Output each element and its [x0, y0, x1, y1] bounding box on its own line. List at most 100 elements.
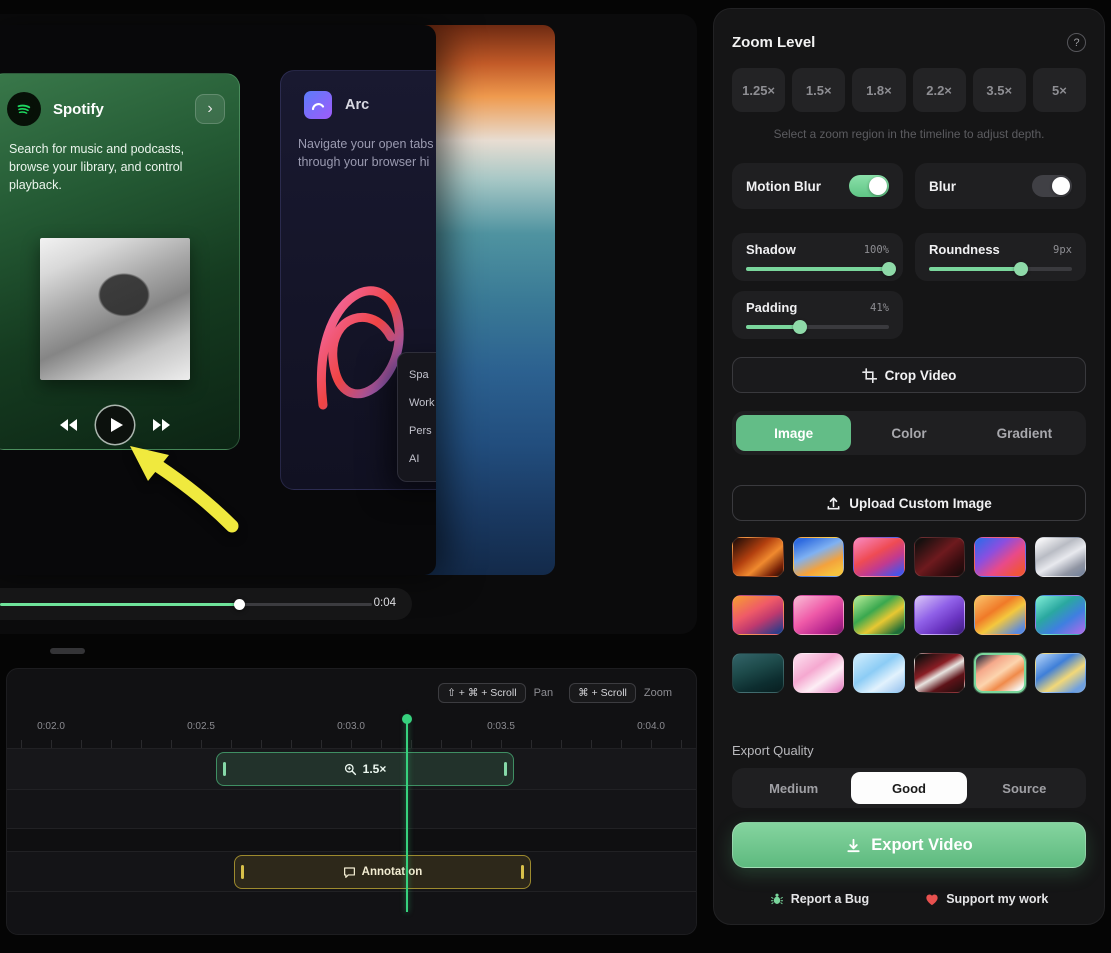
segment-left-handle[interactable]: [223, 762, 226, 776]
motion-blur-toggle[interactable]: [849, 175, 889, 197]
upload-custom-image-button[interactable]: Upload Custom Image: [732, 485, 1086, 521]
help-icon[interactable]: ?: [1067, 33, 1086, 52]
zoom-option-button[interactable]: 1.8×: [852, 68, 905, 112]
zoom-in-icon: [344, 763, 357, 776]
progress-remaining-track: [240, 603, 372, 606]
support-link[interactable]: Support my work: [925, 892, 1048, 906]
tab-color[interactable]: Color: [851, 415, 966, 451]
wallpaper-grid: [732, 537, 1086, 693]
arc-card-header: Arc: [281, 71, 436, 119]
roundness-label: Roundness: [929, 242, 1000, 257]
slider-knob[interactable]: [793, 320, 807, 334]
next-track-icon: [152, 419, 170, 431]
spotify-card-header: Spotify ›: [0, 74, 239, 126]
wallpaper-thumb-light-cyan-sky[interactable]: [853, 653, 905, 693]
zoom-option-button[interactable]: 1.25×: [732, 68, 785, 112]
menu-item: AI: [409, 445, 436, 473]
spotify-card-description: Search for music and podcasts, browse yo…: [9, 140, 221, 194]
wallpaper-thumb-blue-gold-paint[interactable]: [1035, 653, 1087, 693]
wallpaper-thumb-dark-teal-mountains[interactable]: [732, 653, 784, 693]
wallpaper-thumb-gray-wave[interactable]: [1035, 537, 1087, 577]
ruler-label: 0:03.5: [487, 721, 515, 732]
report-bug-label: Report a Bug: [791, 892, 869, 906]
zoom-option-button[interactable]: 2.2×: [913, 68, 966, 112]
background-type-tabs: Image Color Gradient: [732, 411, 1086, 455]
empty-bottom-track: [7, 891, 696, 935]
slider-knob[interactable]: [1014, 262, 1028, 276]
wallpaper-thumb-bigsur-blue-orange[interactable]: [793, 537, 845, 577]
tab-image[interactable]: Image: [736, 415, 851, 451]
timeline-playhead[interactable]: [406, 716, 408, 912]
menu-item: Spa: [409, 361, 436, 389]
settings-sidebar: Zoom Level ? 1.25× 1.5× 1.8× 2.2× 3.5× 5…: [713, 8, 1105, 925]
wallpaper-thumb-sunset-orange-blue[interactable]: [732, 595, 784, 635]
ruler-label: 0:03.0: [337, 721, 365, 732]
shadow-slider[interactable]: [746, 267, 889, 271]
annotation-segment[interactable]: Annotation: [234, 855, 531, 889]
zoom-option-button[interactable]: 1.5×: [792, 68, 845, 112]
report-bug-link[interactable]: Report a Bug: [770, 892, 869, 906]
heart-icon: [925, 893, 939, 906]
empty-track: [7, 789, 696, 828]
wallpaper-thumb-green-yellow-swirl[interactable]: [853, 595, 905, 635]
quality-good[interactable]: Good: [851, 772, 966, 804]
zoom-option-button[interactable]: 3.5×: [973, 68, 1026, 112]
padding-setting: Padding 41%: [732, 291, 903, 339]
padding-label: Padding: [746, 300, 797, 315]
crop-icon: [862, 368, 877, 383]
wallpaper-thumb-bigsur-colorful[interactable]: [974, 537, 1026, 577]
ruler-label: 0:02.5: [187, 721, 215, 732]
menu-item: Work: [409, 389, 436, 417]
progress-played-track: [0, 603, 240, 606]
zoom-shortcut-badge: ⌘ + Scroll: [569, 683, 636, 703]
progress-scrubber-handle[interactable]: [234, 599, 245, 610]
quality-source[interactable]: Source: [967, 772, 1082, 804]
pan-shortcut-label: Pan: [534, 687, 554, 699]
blur-toggle[interactable]: [1032, 175, 1072, 197]
timeline-panel: ⇧ + ⌘ + Scroll Pan ⌘ + Scroll Zoom 0:02.…: [6, 668, 697, 935]
roundness-value: 9px: [1053, 244, 1072, 256]
wallpaper-thumb-soft-pink-clouds[interactable]: [793, 653, 845, 693]
timeline-shortcut-hints: ⇧ + ⌘ + Scroll Pan ⌘ + Scroll Zoom: [438, 683, 680, 703]
wallpaper-thumb-orange-blue-burst[interactable]: [974, 595, 1026, 635]
segment-right-handle[interactable]: [504, 762, 507, 776]
current-time-label: 0:04: [374, 597, 396, 609]
zoom-hint-caption: Select a zoom region in the timeline to …: [732, 127, 1086, 141]
wallpaper-thumb-flame-dark[interactable]: [732, 537, 784, 577]
playhead-cap[interactable]: [402, 714, 412, 724]
annotation-segment-label: Annotation: [362, 866, 423, 878]
wallpaper-thumb-teal-spectrum[interactable]: [1035, 595, 1087, 635]
playback-progress-bar[interactable]: 0:04: [0, 588, 412, 620]
wallpaper-thumb-pink-red-blue-wave[interactable]: [853, 537, 905, 577]
wallpaper-thumb-dark-maroon[interactable]: [914, 537, 966, 577]
timeline-minor-ticks: [7, 740, 696, 748]
export-video-button[interactable]: Export Video: [732, 822, 1086, 868]
blur-setting: Blur: [915, 163, 1086, 209]
spotify-card-title: Spotify: [53, 101, 104, 118]
wallpaper-thumb-purple-haze[interactable]: [914, 595, 966, 635]
upload-icon: [826, 496, 841, 511]
segment-left-handle[interactable]: [241, 865, 244, 879]
video-preview-panel: Spotify › Search for music and podcasts,…: [0, 14, 697, 634]
ruler-label: 0:02.0: [37, 721, 65, 732]
export-quality-label: Export Quality: [732, 743, 1086, 758]
padding-slider[interactable]: [746, 325, 889, 329]
zoom-option-button[interactable]: 5×: [1033, 68, 1086, 112]
zoom-segment-label: 1.5×: [363, 762, 387, 776]
wallpaper-thumb-peach-cream[interactable]: [974, 653, 1026, 693]
wallpaper-thumb-magenta-bloom[interactable]: [793, 595, 845, 635]
segment-right-handle[interactable]: [521, 865, 524, 879]
tab-gradient[interactable]: Gradient: [967, 415, 1082, 451]
zoom-segment[interactable]: 1.5×: [216, 752, 514, 786]
blur-label: Blur: [929, 179, 956, 194]
crop-video-label: Crop Video: [885, 368, 957, 383]
export-video-label: Export Video: [871, 836, 972, 855]
roundness-slider[interactable]: [929, 267, 1072, 271]
playback-controls: [0, 406, 239, 444]
quality-medium[interactable]: Medium: [736, 772, 851, 804]
panel-resize-handle[interactable]: [50, 648, 85, 654]
slider-knob[interactable]: [882, 262, 896, 276]
previous-track-icon: [60, 419, 78, 431]
wallpaper-thumb-crimson-streaks[interactable]: [914, 653, 966, 693]
crop-video-button[interactable]: Crop Video: [732, 357, 1086, 393]
